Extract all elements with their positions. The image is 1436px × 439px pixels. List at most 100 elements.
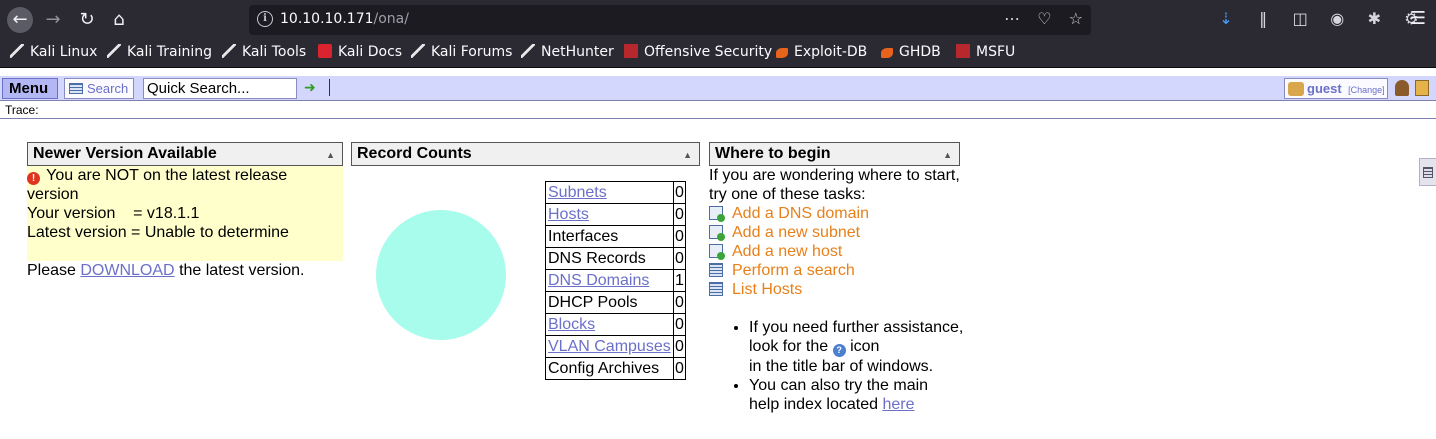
offsec-icon <box>956 44 970 58</box>
reload-icon[interactable]: ↻ <box>74 7 100 33</box>
search-button[interactable]: Search <box>64 78 134 99</box>
bookmark-kali-training[interactable]: Kali Training <box>107 44 212 60</box>
bookmark-exploit-db[interactable]: Exploit-DB <box>776 44 867 60</box>
record-type-cell[interactable]: DNS Domains <box>545 269 674 292</box>
table-row: VLAN Campuses 0 <box>545 335 686 358</box>
collapse-triangle-icon[interactable]: ▲ <box>683 144 692 166</box>
record-count-cell: 0 <box>673 357 686 380</box>
your-version-text: Your version = v18.1.1 <box>27 205 200 222</box>
kali-dragon-icon <box>107 44 121 58</box>
table-row: Interfaces 0 <box>545 225 686 248</box>
app-toolbar: Menu Search Quick Search... ➜ guest [Cha… <box>0 76 1436 101</box>
bookmark-star-icon[interactable]: ☆ <box>1069 9 1083 28</box>
record-type-label: DNS Records <box>548 249 646 267</box>
record-type-cell[interactable]: Blocks <box>545 313 674 336</box>
bookmark-ghdb[interactable]: GHDB <box>881 44 941 60</box>
table-row: Subnets 0 <box>545 181 686 204</box>
go-arrow-icon[interactable]: ➜ <box>304 80 316 96</box>
kali-dragon-icon <box>222 44 236 58</box>
download-link[interactable]: DOWNLOAD <box>80 262 174 279</box>
table-row: DNS Domains 1 <box>545 269 686 292</box>
record-counts-header: Record Counts ▲ <box>351 142 700 166</box>
quick-search-input[interactable]: Quick Search... <box>143 78 297 99</box>
bookmark-kali-forums[interactable]: Kali Forums <box>411 44 512 60</box>
record-type-cell[interactable]: Hosts <box>545 203 674 226</box>
where-to-begin-header: Where to begin ▲ <box>709 142 960 166</box>
record-type-label: DHCP Pools <box>548 293 638 311</box>
offsec-icon <box>624 44 638 58</box>
where-to-begin-panel: If you are wondering where to start, try… <box>709 166 964 414</box>
record-count-cell: 0 <box>673 335 686 358</box>
record-type-cell: DHCP Pools <box>545 291 674 314</box>
page-actions-icon[interactable]: ⋯ <box>1004 9 1020 28</box>
record-type-label[interactable]: DNS Domains <box>548 272 649 289</box>
latest-version-text: Latest version = Unable to determine <box>27 224 289 241</box>
record-type-label: Interfaces <box>548 227 619 245</box>
record-count-cell: 0 <box>673 313 686 336</box>
record-count-cell: 0 <box>673 225 686 248</box>
browser-toolbar: ← → ↻ ⌂ i 10.10.10.171/ona/ ⋯ ♡ ☆ ⇣ ‖ ◫ … <box>0 0 1436 40</box>
user-name: guest <box>1307 81 1342 96</box>
table-row: Blocks 0 <box>545 313 686 336</box>
task-add-subnet[interactable]: Add a new subnet <box>709 223 964 242</box>
search-grid-icon <box>69 83 83 94</box>
collapse-triangle-icon[interactable]: ▲ <box>943 144 952 166</box>
task-list-hosts[interactable]: List Hosts <box>709 280 964 299</box>
record-count-cell: 0 <box>673 181 686 204</box>
record-type-label[interactable]: VLAN Campuses <box>548 338 671 355</box>
task-perform-search[interactable]: Perform a search <box>709 261 964 280</box>
list-icon <box>709 282 723 296</box>
kali-dragon-icon <box>10 44 24 58</box>
help-tip: If you need further assistance, look for… <box>749 318 964 376</box>
task-add-host[interactable]: Add a new host <box>709 242 964 261</box>
help-icon: ? <box>832 344 846 357</box>
bookmark-offensive-security[interactable]: Offensive Security <box>624 44 772 60</box>
record-counts-table: Subnets 0 Hosts 0 Interfaces 0 DNS Records 0 DNS… <box>545 181 686 380</box>
hamburger-menu-icon[interactable]: ☰ <box>1410 8 1426 29</box>
exploit-db-icon <box>881 48 893 58</box>
account-icon[interactable]: ◉ <box>1321 9 1353 28</box>
bookmark-msfu[interactable]: MSFU <box>956 44 1015 60</box>
user-info[interactable]: guest [Change] <box>1284 78 1388 99</box>
sidebar-icon[interactable]: ◫ <box>1284 9 1316 28</box>
logout-icon[interactable] <box>1415 80 1429 96</box>
record-type-label[interactable]: Hosts <box>548 206 589 223</box>
record-type-cell: Config Archives <box>545 357 674 380</box>
site-info-icon[interactable]: i <box>257 11 273 27</box>
bookmark-nethunter[interactable]: NetHunter <box>521 44 614 60</box>
downloads-icon[interactable]: ⇣ <box>1210 9 1242 28</box>
url-bar[interactable]: i 10.10.10.171/ona/ ⋯ ♡ ☆ <box>249 5 1091 35</box>
kali-dragon-icon <box>521 44 535 58</box>
task-add-dns-domain[interactable]: Add a DNS domain <box>709 204 964 223</box>
library-icon[interactable]: ‖ <box>1247 9 1279 28</box>
home-icon[interactable]: ⌂ <box>106 7 132 33</box>
url-text[interactable]: 10.10.10.171/ona/ <box>280 11 409 27</box>
record-type-label[interactable]: Blocks <box>548 316 595 333</box>
toolbar-divider <box>329 79 330 96</box>
user-icon <box>1288 82 1304 96</box>
trace-bar: Trace: <box>0 102 1436 119</box>
extension-icon[interactable]: ✱ <box>1358 9 1390 28</box>
help-index-link[interactable]: here <box>882 396 914 413</box>
warning-icon: ! <box>27 172 40 185</box>
side-panel-toggle[interactable] <box>1419 158 1436 186</box>
table-row: DNS Records 0 <box>545 247 686 270</box>
add-page-icon <box>709 206 725 222</box>
bookmark-kali-tools[interactable]: Kali Tools <box>222 44 306 60</box>
record-type-cell[interactable]: Subnets <box>545 181 674 204</box>
bookmark-kali-linux[interactable]: Kali Linux <box>10 44 97 60</box>
record-type-cell[interactable]: VLAN Campuses <box>545 335 674 358</box>
menu-button[interactable]: Menu <box>2 78 58 99</box>
admin-user-icon[interactable] <box>1395 80 1409 96</box>
forward-arrow-icon[interactable]: → <box>40 7 66 33</box>
collapse-triangle-icon[interactable]: ▲ <box>326 144 335 166</box>
bookmark-kali-docs[interactable]: Kali Docs <box>318 44 402 60</box>
kali-dragon-icon <box>411 44 425 58</box>
record-type-label: Config Archives <box>548 359 660 377</box>
record-type-cell: DNS Records <box>545 247 674 270</box>
change-user-link[interactable]: [Change] <box>1348 85 1385 95</box>
pocket-icon[interactable]: ♡ <box>1037 9 1051 28</box>
record-type-label[interactable]: Subnets <box>548 184 607 201</box>
search-grid-icon <box>709 263 723 277</box>
back-arrow-icon[interactable]: ← <box>7 7 33 33</box>
